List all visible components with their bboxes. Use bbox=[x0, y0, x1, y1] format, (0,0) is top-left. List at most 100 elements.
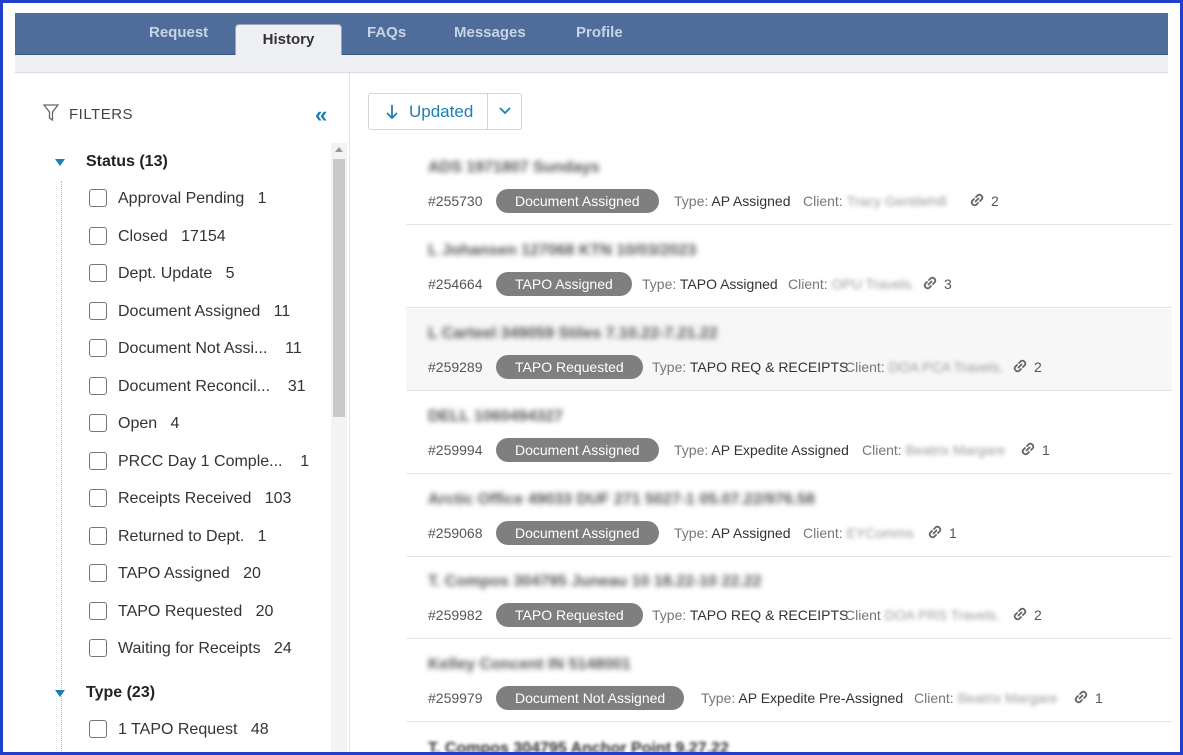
tab-faqs[interactable]: FAQs bbox=[367, 24, 406, 41]
filter-label: Receipts Received 103 bbox=[118, 490, 292, 507]
results-list: ADS 1971807 Sundays #255730 Document Ass… bbox=[406, 143, 1172, 752]
status-checkbox[interactable] bbox=[89, 414, 107, 432]
item-title[interactable]: L Carteel 349059 Stiles 7.10.22-7.21.22 bbox=[428, 325, 718, 342]
item-id: #259068 bbox=[428, 525, 483, 541]
list-item[interactable]: Arctic Office 49033 DUF 271 5027-1 05.07… bbox=[406, 475, 1172, 557]
filters-panel: FILTERS « Status (13) Approval Pending 1… bbox=[15, 73, 350, 752]
status-checkbox[interactable] bbox=[89, 527, 107, 545]
sort-button[interactable]: Updated bbox=[369, 94, 488, 129]
filter-label: Returned to Dept. 1 bbox=[118, 528, 267, 545]
filters-scroll-thumb[interactable] bbox=[333, 159, 345, 417]
status-checkbox[interactable] bbox=[89, 339, 107, 357]
tab-request[interactable]: Request bbox=[149, 24, 208, 41]
item-id: #259982 bbox=[428, 607, 483, 623]
tab-history[interactable]: History bbox=[235, 24, 342, 55]
filter-count: 17154 bbox=[181, 228, 226, 245]
status-checkbox[interactable] bbox=[89, 639, 107, 657]
list-item[interactable]: ADS 1971807 Sundays #255730 Document Ass… bbox=[406, 143, 1172, 225]
item-type: Type: TAPO Assigned bbox=[642, 276, 778, 292]
collapse-panel-icon[interactable]: « bbox=[315, 104, 327, 126]
app-window: Request History FAQs Messages Profile FI… bbox=[0, 0, 1183, 755]
status-checkbox[interactable] bbox=[89, 452, 107, 470]
scroll-up-arrow-icon[interactable] bbox=[335, 147, 343, 152]
status-checkbox[interactable] bbox=[89, 189, 107, 207]
list-item[interactable]: T. Compos 304795 Juneau 10 18.22-10 22.2… bbox=[406, 557, 1172, 639]
link-icon[interactable] bbox=[920, 273, 940, 293]
link-icon[interactable] bbox=[1018, 439, 1038, 459]
sort-control: Updated bbox=[368, 93, 522, 130]
filter-label: Dept. Update 5 bbox=[118, 265, 235, 282]
filter-label: PRCC Day 1 Comple... 1 bbox=[118, 453, 310, 470]
type-section-label[interactable]: Type (23) bbox=[86, 684, 155, 702]
status-badge: Document Assigned bbox=[496, 438, 659, 462]
item-client: Client: OPU Travels. bbox=[788, 276, 915, 292]
status-checkbox[interactable] bbox=[89, 264, 107, 282]
link-icon[interactable] bbox=[1010, 604, 1030, 624]
tab-profile[interactable]: Profile bbox=[576, 24, 623, 41]
filter-label: Document Reconcil... 31 bbox=[118, 378, 306, 395]
link-icon[interactable] bbox=[925, 522, 945, 542]
filter-count: 4 bbox=[170, 415, 180, 432]
filter-count: 5 bbox=[225, 265, 235, 282]
link-icon[interactable] bbox=[967, 190, 987, 210]
item-title[interactable]: ADS 1971807 Sundays bbox=[428, 159, 600, 176]
status-checkbox[interactable] bbox=[89, 377, 107, 395]
item-id: #259289 bbox=[428, 359, 483, 375]
item-id: #259979 bbox=[428, 690, 483, 706]
link-count: 1 bbox=[949, 525, 957, 541]
toolbar-strip bbox=[15, 55, 1168, 73]
partial-item-title[interactable]: T. Compos 304795 Anchor Point 9.27.22 bbox=[428, 740, 729, 752]
item-client: Client: DOA PCA Travels. bbox=[845, 359, 1004, 375]
filter-label: TAPO Requested 20 bbox=[118, 603, 274, 620]
item-title[interactable]: Arctic Office 49033 DUF 271 5027-1 05.07… bbox=[428, 491, 815, 508]
link-count: 1 bbox=[1042, 442, 1050, 458]
tree-guide bbox=[61, 181, 62, 752]
filter-count: 1 bbox=[257, 190, 267, 207]
item-type: Type: AP Expedite Pre-Assigned bbox=[701, 690, 904, 706]
item-type: Type: TAPO REQ & RECEIPTS bbox=[652, 359, 849, 375]
status-checkbox[interactable] bbox=[89, 227, 107, 245]
link-icon[interactable] bbox=[1010, 356, 1030, 376]
list-item[interactable]: DELL 1060494327 #259994 Document Assigne… bbox=[406, 392, 1172, 474]
item-client: Client: Beatrix Margare bbox=[862, 442, 1006, 458]
filter-label: 1 TAPO Request 48 bbox=[118, 721, 269, 738]
sort-label: Updated bbox=[409, 102, 474, 121]
item-id: #254664 bbox=[428, 276, 483, 292]
item-title[interactable]: DELL 1060494327 bbox=[428, 408, 563, 425]
status-checkbox[interactable] bbox=[89, 489, 107, 507]
type-checkbox[interactable] bbox=[89, 720, 107, 738]
type-expand-icon[interactable] bbox=[55, 690, 65, 697]
filter-label: Closed 17154 bbox=[118, 228, 226, 245]
filter-count: 11 bbox=[273, 303, 291, 320]
link-count: 2 bbox=[1034, 607, 1042, 623]
list-item[interactable]: L Carteel 349059 Stiles 7.10.22-7.21.22 … bbox=[406, 309, 1172, 391]
filter-label: Approval Pending 1 bbox=[118, 190, 267, 207]
status-expand-icon[interactable] bbox=[55, 159, 65, 166]
status-badge: Document Assigned bbox=[496, 189, 659, 213]
tab-messages[interactable]: Messages bbox=[454, 24, 526, 41]
filter-count: 20 bbox=[255, 603, 274, 620]
item-title[interactable]: Kelley Concent IN 5148001 bbox=[428, 656, 631, 673]
link-icon[interactable] bbox=[1071, 687, 1091, 707]
item-title[interactable]: L Johansen 127068 KTN 10/03/2023 bbox=[428, 242, 696, 259]
chevron-down-icon[interactable] bbox=[497, 104, 513, 118]
status-section-label[interactable]: Status (13) bbox=[86, 153, 168, 171]
list-item[interactable]: Kelley Concent IN 5148001 #259979 Docume… bbox=[406, 640, 1172, 722]
item-type: Type: AP Assigned bbox=[674, 525, 791, 541]
filter-count: 1 bbox=[300, 453, 310, 470]
item-type: Type: AP Assigned bbox=[674, 193, 791, 209]
filter-label: Document Not Assi... 11 bbox=[118, 340, 302, 357]
filter-label: TAPO Assigned 20 bbox=[118, 565, 261, 582]
list-item[interactable]: L Johansen 127068 KTN 10/03/2023 #254664… bbox=[406, 226, 1172, 308]
item-id: #255730 bbox=[428, 193, 483, 209]
item-id: #259994 bbox=[428, 442, 483, 458]
status-checkbox[interactable] bbox=[89, 302, 107, 320]
item-type: Type: AP Expedite Assigned bbox=[674, 442, 849, 458]
status-badge: TAPO Requested bbox=[496, 603, 643, 627]
link-count: 3 bbox=[944, 276, 952, 292]
item-title[interactable]: T. Compos 304795 Juneau 10 18.22-10 22.2… bbox=[428, 573, 762, 590]
status-checkbox[interactable] bbox=[89, 602, 107, 620]
filter-count: 31 bbox=[287, 378, 306, 395]
status-checkbox[interactable] bbox=[89, 564, 107, 582]
arrow-down-icon bbox=[386, 105, 398, 120]
